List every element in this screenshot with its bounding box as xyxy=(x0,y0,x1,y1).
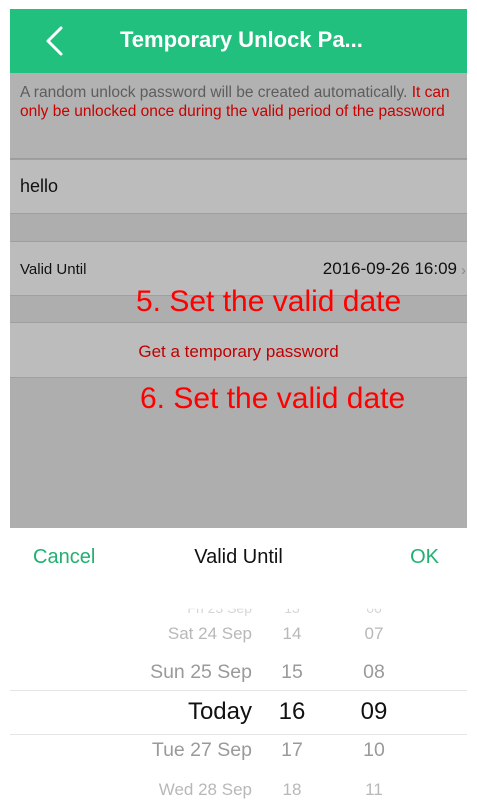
ok-button[interactable]: OK xyxy=(410,546,439,569)
password-name-value: hello xyxy=(20,176,59,196)
selection-line-bottom xyxy=(10,734,467,735)
picker-date-option[interactable]: Fri 23 Sep xyxy=(187,609,252,616)
valid-until-label: Valid Until xyxy=(20,261,87,278)
picker-date-selected[interactable]: Today xyxy=(188,698,252,726)
chevron-right-icon: › xyxy=(461,262,466,279)
picker-date-option[interactable]: Wed 28 Sep xyxy=(159,780,252,800)
get-password-button[interactable]: Get a temporary password xyxy=(10,322,467,378)
picker-hour-option[interactable]: 17 xyxy=(272,739,312,762)
get-password-label: Get a temporary password xyxy=(138,342,339,361)
notice-info: A random unlock password will be created… xyxy=(20,84,408,101)
picker-hour-selected[interactable]: 16 xyxy=(272,698,312,726)
annotation-step5: 5. Set the valid date xyxy=(136,285,402,318)
picker-minute-option[interactable]: 11 xyxy=(354,780,394,800)
back-chevron-icon[interactable] xyxy=(40,23,70,59)
picker-date-option[interactable]: Sun 25 Sep xyxy=(150,661,252,684)
picker-hour-option[interactable]: 14 xyxy=(272,624,312,644)
selection-line-top xyxy=(10,690,467,691)
picker-minute-option[interactable]: 07 xyxy=(354,624,394,644)
picker-hour-option[interactable]: 13 xyxy=(272,609,312,616)
valid-until-value: 2016-09-26 16:09 xyxy=(322,259,457,278)
password-name-field[interactable]: hello xyxy=(10,159,467,214)
cancel-button[interactable]: Cancel xyxy=(33,546,95,569)
picker-minute-option[interactable]: 10 xyxy=(354,739,394,762)
picker-minute-selected[interactable]: 09 xyxy=(354,698,394,726)
header-bar: Temporary Unlock Pa... xyxy=(10,9,467,73)
picker-date-option[interactable]: Tue 27 Sep xyxy=(152,739,252,762)
annotation-step6: 6. Set the valid date xyxy=(140,382,406,415)
picker-hour-option[interactable]: 15 xyxy=(272,661,312,684)
picker-minute-option[interactable]: 06 xyxy=(354,609,394,616)
page-title: Temporary Unlock Pa... xyxy=(120,27,363,52)
date-picker-sheet: Valid Until Cancel OK Fri 23 Sep 13 06 Sat … xyxy=(0,528,477,811)
picker-minute-option[interactable]: 08 xyxy=(354,661,394,684)
notice-text: A random unlock password will be created… xyxy=(10,73,467,159)
picker-date-option[interactable]: Sat 24 Sep xyxy=(168,624,252,644)
picker-hour-option[interactable]: 18 xyxy=(272,780,312,800)
